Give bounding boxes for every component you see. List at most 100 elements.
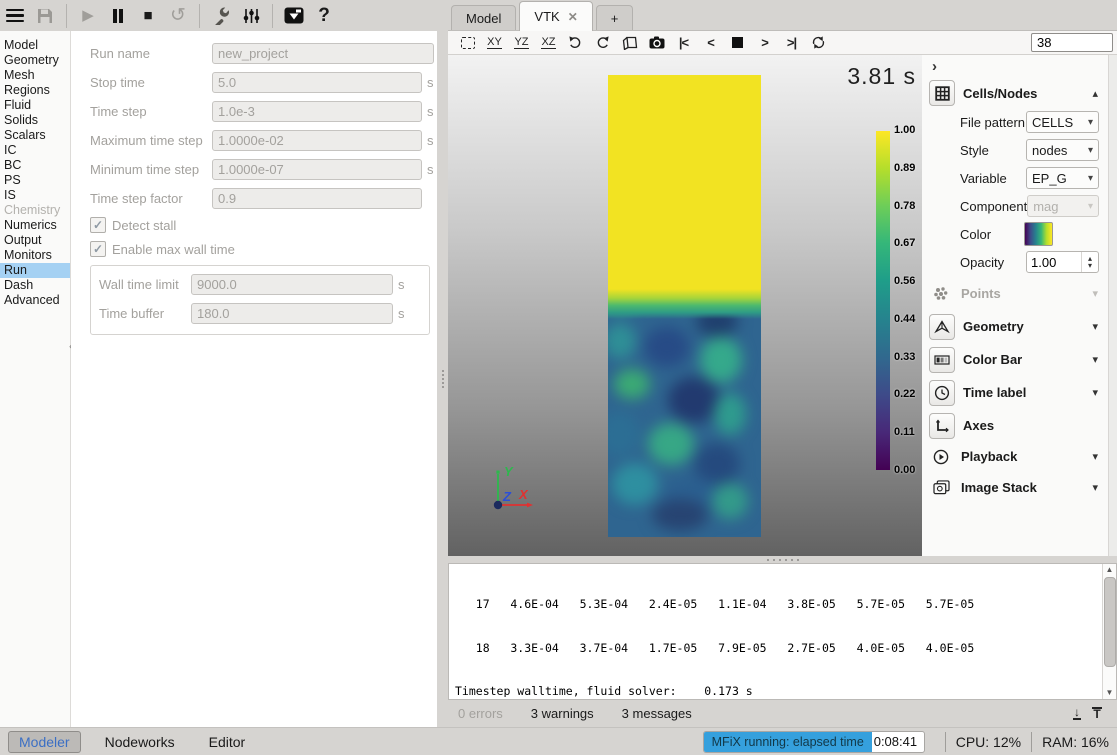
build-button[interactable] (206, 3, 236, 29)
opacity-input[interactable] (1027, 252, 1081, 272)
section-color-bar[interactable]: Color Bar ▾ (922, 343, 1108, 376)
tab-add[interactable]: + (596, 5, 634, 30)
help-button[interactable]: ? (309, 3, 339, 29)
view-xy-button[interactable]: XY (481, 33, 508, 53)
sidebar-item-solids[interactable]: Solids (0, 113, 70, 128)
prev-frame-button[interactable]: < (697, 33, 724, 53)
section-image-stack[interactable]: Image Stack ▾ (922, 471, 1108, 503)
collapse-arrow-icon[interactable]: ▴ (1092, 87, 1098, 100)
rotate-right-button[interactable] (589, 33, 616, 53)
scroll-to-bottom-button[interactable]: ↓ (1067, 707, 1087, 720)
max-time-step-input[interactable] (212, 130, 422, 151)
variable-select[interactable]: EP_G ▾ (1026, 167, 1099, 189)
warning-count[interactable]: 3 warnings (531, 706, 594, 721)
axes-icon[interactable] (929, 413, 955, 439)
section-time-label[interactable]: Time label ▾ (922, 376, 1108, 409)
settings-button[interactable] (236, 3, 266, 29)
sidebar-item-output[interactable]: Output (0, 233, 70, 248)
clock-icon[interactable] (929, 380, 955, 406)
sidebar-item-mesh[interactable]: Mesh (0, 68, 70, 83)
tab-model[interactable]: Model (451, 5, 516, 30)
detect-stall-checkbox[interactable]: ✓ (90, 217, 106, 233)
reset-button[interactable]: ↺ (163, 3, 193, 29)
color-bar-icon[interactable] (929, 347, 955, 373)
first-frame-button[interactable]: |< (670, 33, 697, 53)
perspective-button[interactable] (616, 33, 643, 53)
view-yz-button[interactable]: YZ (508, 33, 535, 53)
time-step-input[interactable] (212, 101, 422, 122)
next-frame-button[interactable]: > (751, 33, 778, 53)
sidebar-item-fluid[interactable]: Fluid (0, 98, 70, 113)
sidebar-item-run[interactable]: Run (0, 263, 70, 278)
style-select[interactable]: nodes ▾ (1026, 139, 1099, 161)
wall-time-limit-input[interactable] (191, 274, 393, 295)
min-time-step-input[interactable] (212, 159, 422, 180)
file-pattern-select[interactable]: CELLS ▾ (1026, 111, 1099, 133)
sidebar-item-numerics[interactable]: Numerics (0, 218, 70, 233)
rotate-left-button[interactable] (562, 33, 589, 53)
frame-number-input[interactable] (1031, 33, 1113, 52)
sidebar-item-ps[interactable]: PS (0, 173, 70, 188)
section-points[interactable]: Points ▾ (922, 276, 1108, 310)
sidebar-item-geometry[interactable]: Geometry (0, 53, 70, 68)
run-button[interactable]: ▶ (73, 3, 103, 29)
save-button[interactable] (30, 3, 60, 29)
reset-view-button[interactable] (454, 33, 481, 53)
sidebar-item-advanced[interactable]: Advanced (0, 293, 70, 308)
sidebar-item-ic[interactable]: IC (0, 143, 70, 158)
sidebar-item-model[interactable]: Model (0, 38, 70, 53)
colormap-swatch-button[interactable] (1024, 222, 1053, 246)
sidebar-item-monitors[interactable]: Monitors (0, 248, 70, 263)
error-count[interactable]: 0 errors (458, 706, 503, 721)
submit-queue-button[interactable] (279, 3, 309, 29)
section-geometry[interactable]: Geometry ▾ (922, 310, 1108, 343)
pause-button[interactable] (103, 3, 133, 29)
collapse-arrow-icon[interactable]: ▾ (1092, 386, 1098, 399)
tab-modeler[interactable]: Modeler (8, 731, 81, 753)
last-frame-button[interactable]: >| (778, 33, 805, 53)
tab-nodeworks[interactable]: Nodeworks (95, 732, 185, 752)
horizontal-splitter[interactable] (448, 556, 1117, 563)
tab-editor[interactable]: Editor (199, 732, 256, 752)
vtk-render-view[interactable]: 3.81 s (448, 55, 922, 556)
time-buffer-input[interactable] (191, 303, 393, 324)
vertical-splitter[interactable] (437, 31, 448, 727)
scroll-to-top-button[interactable]: T (1087, 707, 1107, 720)
tab-vtk[interactable]: VTK ✕ (519, 1, 592, 31)
menu-button[interactable] (0, 3, 30, 29)
sidebar-item-dash[interactable]: Dash (0, 278, 70, 293)
spinner-buttons[interactable]: ▴ ▾ (1081, 252, 1098, 272)
terminal-scrollbar[interactable]: ▲ ▼ (1102, 564, 1116, 699)
repeat-button[interactable] (805, 33, 832, 53)
message-count[interactable]: 3 messages (622, 706, 692, 721)
scroll-up-icon[interactable]: ▲ (1106, 564, 1114, 576)
component-select[interactable]: mag ▾ (1027, 195, 1099, 217)
view-xz-button[interactable]: XZ (535, 33, 562, 53)
collapse-arrow-icon[interactable]: ▾ (1092, 320, 1098, 333)
sidebar-item-regions[interactable]: Regions (0, 83, 70, 98)
close-tab-icon[interactable]: ✕ (568, 10, 578, 24)
collapse-arrow-icon[interactable]: ▾ (1092, 450, 1098, 463)
run-name-input[interactable] (212, 43, 434, 64)
section-axes[interactable]: Axes (922, 409, 1108, 442)
cells-grid-icon[interactable] (929, 80, 955, 106)
panel-collapse-button[interactable]: › (932, 58, 946, 78)
sidebar-item-scalars[interactable]: Scalars (0, 128, 70, 143)
scroll-down-icon[interactable]: ▼ (1106, 687, 1114, 699)
geometry-icon[interactable] (929, 314, 955, 340)
opacity-spinner[interactable]: ▴ ▾ (1026, 251, 1099, 273)
spin-down-icon[interactable]: ▾ (1088, 262, 1092, 269)
collapse-arrow-icon[interactable]: ▾ (1092, 481, 1098, 494)
section-cells-nodes[interactable]: Cells/Nodes ▴ (922, 78, 1108, 108)
enable-max-wall-time-checkbox[interactable]: ✓ (90, 241, 106, 257)
collapse-arrow-icon[interactable]: ▾ (1092, 353, 1098, 366)
time-step-factor-input[interactable] (212, 188, 422, 209)
panel-scrollbar[interactable] (1108, 55, 1117, 556)
sidebar-item-bc[interactable]: BC (0, 158, 70, 173)
stop-time-input[interactable] (212, 72, 422, 93)
sidebar-item-chemistry[interactable]: Chemistry (0, 203, 70, 218)
sidebar-item-is[interactable]: IS (0, 188, 70, 203)
stop-button[interactable]: ■ (133, 3, 163, 29)
scrollbar-thumb[interactable] (1104, 577, 1116, 667)
play-stop-button[interactable] (724, 33, 751, 53)
